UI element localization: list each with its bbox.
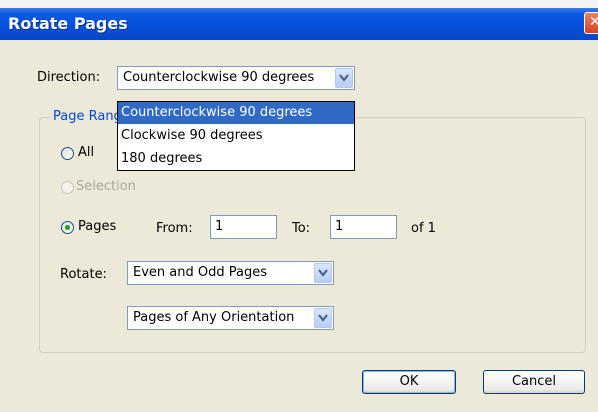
pages-radio[interactable] (61, 221, 74, 234)
rotate-pages-dialog: Rotate Pages ✕ Direction: Counterclockwi… (0, 8, 598, 412)
to-page-value: 1 (335, 219, 344, 234)
direction-option[interactable]: Counterclockwise 90 degrees (118, 102, 354, 124)
all-radio[interactable] (61, 147, 74, 160)
from-page-input[interactable]: 1 (210, 215, 277, 239)
dialog-title: Rotate Pages (8, 14, 128, 33)
rotate-orientation-value: Pages of Any Orientation (133, 310, 295, 325)
title-bar[interactable]: Rotate Pages ✕ (0, 8, 598, 40)
chevron-down-icon (318, 314, 328, 322)
rotate-orientation-select[interactable]: Pages of Any Orientation (127, 306, 334, 330)
rotate-label: Rotate: (60, 267, 107, 282)
to-label: To: (292, 221, 311, 236)
cancel-button[interactable]: Cancel (483, 370, 585, 394)
from-page-value: 1 (215, 219, 224, 234)
pages-radio-label[interactable]: Pages (78, 219, 116, 234)
page-range-legend: Page Rang (50, 109, 125, 124)
radio-selected-dot (65, 225, 70, 230)
direction-dropdown-button[interactable] (335, 68, 353, 88)
selection-radio-label[interactable]: Selection (76, 179, 136, 194)
rotate-parity-dropdown-button[interactable] (314, 263, 332, 283)
background-app-strip (0, 0, 598, 8)
chevron-down-icon (318, 269, 328, 277)
direction-option[interactable]: Clockwise 90 degrees (118, 125, 354, 147)
close-icon: ✕ (589, 14, 598, 30)
from-label: From: (156, 221, 193, 236)
direction-dropdown-list: Counterclockwise 90 degrees Clockwise 90… (117, 101, 355, 171)
chevron-down-icon (339, 74, 349, 82)
selection-radio[interactable] (61, 181, 74, 194)
direction-selected-value: Counterclockwise 90 degrees (123, 70, 315, 85)
direction-label: Direction: (37, 70, 101, 85)
all-radio-label[interactable]: All (78, 145, 94, 160)
direction-select[interactable]: Counterclockwise 90 degrees (117, 66, 355, 90)
to-page-input[interactable]: 1 (330, 215, 397, 239)
ok-button[interactable]: OK (362, 370, 456, 394)
direction-option[interactable]: 180 degrees (118, 148, 354, 170)
page-count-text: of 1 (411, 221, 436, 236)
rotate-parity-select[interactable]: Even and Odd Pages (127, 261, 334, 285)
close-button[interactable]: ✕ (584, 12, 598, 34)
rotate-orientation-dropdown-button[interactable] (314, 308, 332, 328)
rotate-parity-value: Even and Odd Pages (133, 265, 267, 280)
